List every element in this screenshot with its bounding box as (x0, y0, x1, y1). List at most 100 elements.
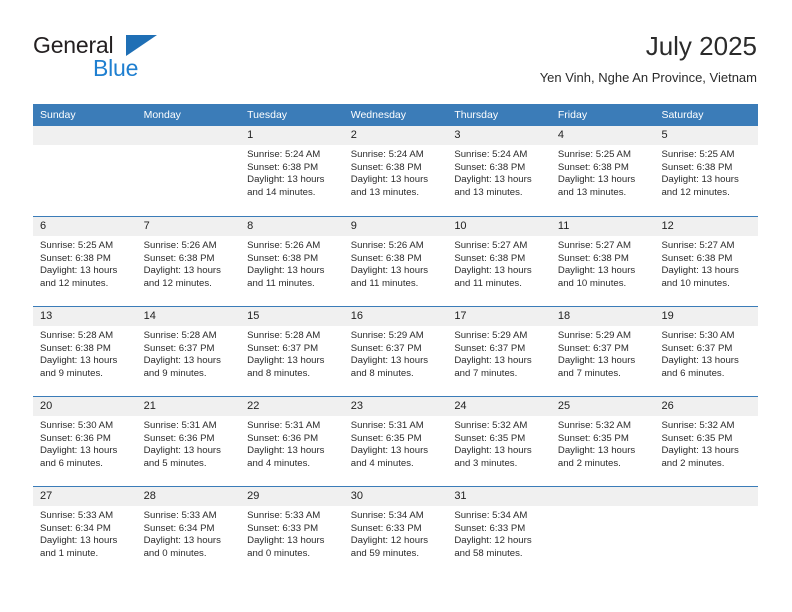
day-sun-info: Sunrise: 5:33 AM Sunset: 6:34 PM Daylight:… (33, 506, 137, 560)
sunrise-text: Sunrise: 5:32 AM (661, 420, 735, 431)
logo-text-blue: Blue (93, 55, 139, 81)
day-cell-29[interactable]: 29 Sunrise: 5:33 AM Sunset: 6:33 PM Dayligh… (240, 487, 344, 576)
day-number: 6 (33, 217, 137, 236)
sunrise-text: Sunrise: 5:25 AM (661, 149, 735, 160)
sunrise-text: Sunrise: 5:26 AM (350, 240, 424, 251)
sunrise-text: Sunrise: 5:25 AM (557, 149, 631, 160)
daylight-text: Daylight: 12 hours and 58 minutes. (454, 535, 532, 559)
day-cell-19[interactable]: 19 Sunrise: 5:30 AM Sunset: 6:37 PM Dayligh… (654, 307, 759, 396)
day-cell-5[interactable]: 5 Sunrise: 5:25 AM Sunset: 6:38 PM Daylight… (654, 126, 759, 216)
day-cell-26[interactable]: 26 Sunrise: 5:32 AM Sunset: 6:35 PM Dayligh… (654, 397, 759, 486)
weekday-header-wednesday: Wednesday (350, 109, 406, 121)
daylight-text: Daylight: 13 hours and 10 minutes. (661, 265, 739, 289)
day-sun-info: Sunrise: 5:28 AM Sunset: 6:37 PM Daylight:… (137, 326, 241, 380)
sunset-text: Sunset: 6:38 PM (661, 161, 733, 173)
day-number (33, 126, 137, 145)
calendar-week-row: 27 Sunrise: 5:33 AM Sunset: 6:34 PM Dayligh… (33, 486, 759, 576)
sunset-text: Sunset: 6:37 PM (661, 342, 733, 354)
day-cell-20[interactable]: 20 Sunrise: 5:30 AM Sunset: 6:36 PM Dayligh… (33, 397, 137, 486)
page-subtitle: Yen Vinh, Nghe An Province, Vietnam (539, 70, 757, 85)
sunset-text: Sunset: 6:38 PM (661, 252, 733, 264)
sunset-text: Sunset: 6:35 PM (661, 432, 733, 444)
day-cell-11[interactable]: 11 Sunrise: 5:27 AM Sunset: 6:38 PM Dayligh… (550, 217, 655, 306)
sunrise-text: Sunrise: 5:33 AM (247, 510, 321, 521)
day-number: 5 (654, 126, 759, 145)
calendar-week-row: 6 Sunrise: 5:25 AM Sunset: 6:38 PM Daylight… (33, 216, 759, 306)
day-cell-14[interactable]: 14 Sunrise: 5:28 AM Sunset: 6:37 PM Dayligh… (136, 307, 241, 396)
day-cell-1[interactable]: 1 Sunrise: 5:24 AM Sunset: 6:38 PM Daylight… (240, 126, 344, 216)
day-cell-13[interactable]: 13 Sunrise: 5:28 AM Sunset: 6:38 PM Dayligh… (33, 307, 137, 396)
day-sun-info: Sunrise: 5:26 AM Sunset: 6:38 PM Daylight:… (344, 236, 448, 290)
day-cell-9[interactable]: 9 Sunrise: 5:26 AM Sunset: 6:38 PM Daylight… (343, 217, 448, 306)
day-cell-24[interactable]: 24 Sunrise: 5:32 AM Sunset: 6:35 PM Dayligh… (447, 397, 551, 486)
day-cell-30[interactable]: 30 Sunrise: 5:34 AM Sunset: 6:33 PM Dayligh… (343, 487, 448, 576)
day-number: 1 (240, 126, 344, 145)
day-cell-25[interactable]: 25 Sunrise: 5:32 AM Sunset: 6:35 PM Dayligh… (550, 397, 655, 486)
day-cell-22[interactable]: 22 Sunrise: 5:31 AM Sunset: 6:36 PM Dayligh… (240, 397, 344, 486)
sunrise-text: Sunrise: 5:34 AM (454, 510, 528, 521)
weekday-header-sunday: Sunday (40, 109, 76, 121)
sunset-text: Sunset: 6:38 PM (557, 252, 629, 264)
day-cell-empty (33, 126, 137, 216)
daylight-text: Daylight: 13 hours and 6 minutes. (661, 355, 739, 379)
daylight-text: Daylight: 13 hours and 13 minutes. (557, 174, 636, 198)
sunrise-text: Sunrise: 5:29 AM (350, 330, 424, 341)
general-blue-logo: General Blue (33, 32, 233, 88)
day-number: 20 (33, 397, 137, 416)
day-cell-10[interactable]: 10 Sunrise: 5:27 AM Sunset: 6:38 PM Dayligh… (447, 217, 551, 306)
sunrise-text: Sunrise: 5:32 AM (454, 420, 528, 431)
sunset-text: Sunset: 6:38 PM (40, 252, 111, 264)
day-sun-info: Sunrise: 5:28 AM Sunset: 6:37 PM Daylight:… (240, 326, 344, 380)
day-cell-8[interactable]: 8 Sunrise: 5:26 AM Sunset: 6:38 PM Daylight… (240, 217, 344, 306)
sunrise-text: Sunrise: 5:34 AM (350, 510, 424, 521)
day-cell-17[interactable]: 17 Sunrise: 5:29 AM Sunset: 6:37 PM Dayligh… (447, 307, 551, 396)
day-sun-info: Sunrise: 5:30 AM Sunset: 6:37 PM Daylight:… (654, 326, 758, 380)
day-cell-27[interactable]: 27 Sunrise: 5:33 AM Sunset: 6:34 PM Dayligh… (33, 487, 137, 576)
sunset-text: Sunset: 6:35 PM (557, 432, 629, 444)
daylight-text: Daylight: 13 hours and 1 minute. (40, 535, 118, 559)
day-cell-3[interactable]: 3 Sunrise: 5:24 AM Sunset: 6:38 PM Daylight… (447, 126, 551, 216)
page-header: General Blue July 2025 Yen Vinh, Nghe An… (33, 30, 757, 100)
daylight-text: Daylight: 13 hours and 2 minutes. (557, 445, 636, 469)
day-number: 12 (654, 217, 759, 236)
day-sun-info: Sunrise: 5:27 AM Sunset: 6:38 PM Daylight:… (551, 236, 655, 290)
day-number: 14 (136, 307, 241, 326)
sunrise-text: Sunrise: 5:28 AM (40, 330, 114, 341)
sunset-text: Sunset: 6:37 PM (143, 342, 215, 354)
day-cell-31[interactable]: 31 Sunrise: 5:34 AM Sunset: 6:33 PM Dayligh… (447, 487, 551, 576)
page-title: July 2025 (645, 31, 757, 61)
day-cell-18[interactable]: 18 Sunrise: 5:29 AM Sunset: 6:37 PM Dayligh… (550, 307, 655, 396)
day-sun-info: Sunrise: 5:33 AM Sunset: 6:33 PM Daylight:… (240, 506, 344, 560)
daylight-text: Daylight: 13 hours and 5 minutes. (143, 445, 221, 469)
sunrise-text: Sunrise: 5:31 AM (350, 420, 424, 431)
sunset-text: Sunset: 6:38 PM (40, 342, 111, 354)
daylight-text: Daylight: 13 hours and 4 minutes. (247, 445, 325, 469)
day-cell-23[interactable]: 23 Sunrise: 5:31 AM Sunset: 6:35 PM Dayligh… (343, 397, 448, 486)
day-cell-15[interactable]: 15 Sunrise: 5:28 AM Sunset: 6:37 PM Dayligh… (240, 307, 344, 396)
day-number: 28 (136, 487, 241, 506)
sunset-text: Sunset: 6:38 PM (143, 252, 215, 264)
day-cell-4[interactable]: 4 Sunrise: 5:25 AM Sunset: 6:38 PM Daylight… (550, 126, 655, 216)
day-cell-12[interactable]: 12 Sunrise: 5:27 AM Sunset: 6:38 PM Dayligh… (654, 217, 759, 306)
daylight-text: Daylight: 13 hours and 13 minutes. (454, 174, 532, 198)
weekday-header-saturday: Saturday (661, 109, 704, 121)
day-sun-info: Sunrise: 5:26 AM Sunset: 6:38 PM Daylight:… (240, 236, 344, 290)
day-sun-info: Sunrise: 5:31 AM Sunset: 6:36 PM Daylight:… (240, 416, 344, 470)
daylight-text: Daylight: 13 hours and 12 minutes. (143, 265, 221, 289)
day-number: 31 (447, 487, 551, 506)
day-cell-21[interactable]: 21 Sunrise: 5:31 AM Sunset: 6:36 PM Dayligh… (136, 397, 241, 486)
sunrise-text: Sunrise: 5:27 AM (557, 240, 631, 251)
day-cell-16[interactable]: 16 Sunrise: 5:29 AM Sunset: 6:37 PM Dayligh… (343, 307, 448, 396)
day-cell-28[interactable]: 28 Sunrise: 5:33 AM Sunset: 6:34 PM Dayligh… (136, 487, 241, 576)
day-cell-2[interactable]: 2 Sunrise: 5:24 AM Sunset: 6:38 PM Daylight… (343, 126, 448, 216)
sunrise-text: Sunrise: 5:26 AM (247, 240, 321, 251)
day-cell-empty (550, 487, 655, 576)
day-number: 4 (550, 126, 655, 145)
day-sun-info: Sunrise: 5:30 AM Sunset: 6:36 PM Daylight:… (33, 416, 137, 470)
sunset-text: Sunset: 6:37 PM (247, 342, 319, 354)
daylight-text: Daylight: 13 hours and 2 minutes. (661, 445, 739, 469)
day-cell-6[interactable]: 6 Sunrise: 5:25 AM Sunset: 6:38 PM Daylight… (33, 217, 137, 306)
daylight-text: Daylight: 13 hours and 11 minutes. (350, 265, 429, 289)
sunset-text: Sunset: 6:36 PM (143, 432, 215, 444)
day-cell-7[interactable]: 7 Sunrise: 5:26 AM Sunset: 6:38 PM Daylight… (136, 217, 241, 306)
